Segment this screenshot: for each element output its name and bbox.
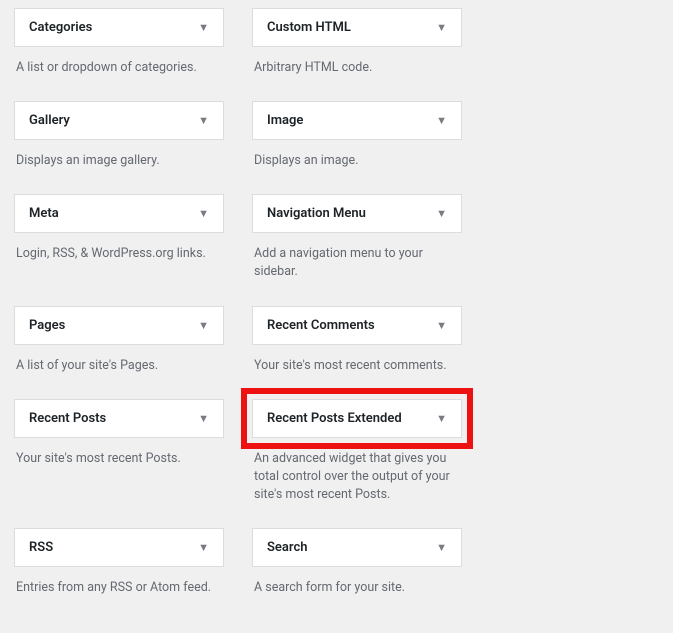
widget-recent-posts[interactable]: Recent Posts ▼ bbox=[14, 399, 224, 438]
chevron-down-icon: ▼ bbox=[436, 207, 447, 220]
widget-desc: An advanced widget that gives you total … bbox=[252, 438, 462, 504]
widget-search[interactable]: Search ▼ bbox=[252, 528, 462, 567]
chevron-down-icon: ▼ bbox=[436, 412, 447, 425]
chevron-down-icon: ▼ bbox=[436, 541, 447, 554]
chevron-down-icon: ▼ bbox=[198, 114, 209, 127]
available-widgets-grid: Categories ▼ A list or dropdown of categ… bbox=[14, 8, 474, 621]
widget-desc: Displays an image gallery. bbox=[14, 140, 224, 170]
widget-desc: Add a navigation menu to your sidebar. bbox=[252, 233, 462, 281]
widget-pages[interactable]: Pages ▼ bbox=[14, 306, 224, 345]
widget-recent-comments[interactable]: Recent Comments ▼ bbox=[252, 306, 462, 345]
widget-title: Custom HTML bbox=[267, 20, 351, 35]
widget-title: RSS bbox=[29, 540, 53, 555]
widget-gallery[interactable]: Gallery ▼ bbox=[14, 101, 224, 140]
widget-title: Categories bbox=[29, 20, 92, 35]
widget-title: Pages bbox=[29, 318, 65, 333]
widget-title: Recent Comments bbox=[267, 318, 375, 333]
widget-title: Navigation Menu bbox=[267, 206, 366, 221]
widget-title: Meta bbox=[29, 206, 59, 221]
widget-meta[interactable]: Meta ▼ bbox=[14, 194, 224, 233]
widget-desc: Displays an image. bbox=[252, 140, 462, 170]
chevron-down-icon: ▼ bbox=[436, 319, 447, 332]
widget-desc: Entries from any RSS or Atom feed. bbox=[14, 567, 224, 597]
widget-desc: Arbitrary HTML code. bbox=[252, 47, 462, 77]
widget-title: Recent Posts Extended bbox=[267, 411, 402, 426]
chevron-down-icon: ▼ bbox=[436, 21, 447, 34]
widget-custom-html[interactable]: Custom HTML ▼ bbox=[252, 8, 462, 47]
widget-navigation-menu[interactable]: Navigation Menu ▼ bbox=[252, 194, 462, 233]
widget-desc: A search form for your site. bbox=[252, 567, 462, 597]
widget-title: Search bbox=[267, 540, 308, 555]
chevron-down-icon: ▼ bbox=[198, 541, 209, 554]
chevron-down-icon: ▼ bbox=[198, 319, 209, 332]
widget-desc: Your site's most recent comments. bbox=[252, 345, 462, 375]
widget-categories[interactable]: Categories ▼ bbox=[14, 8, 224, 47]
widget-recent-posts-extended[interactable]: Recent Posts Extended ▼ bbox=[252, 399, 462, 438]
chevron-down-icon: ▼ bbox=[198, 412, 209, 425]
widget-image[interactable]: Image ▼ bbox=[252, 101, 462, 140]
widget-desc: Your site's most recent Posts. bbox=[14, 438, 224, 468]
widget-desc: A list or dropdown of categories. bbox=[14, 47, 224, 77]
widget-desc: A list of your site's Pages. bbox=[14, 345, 224, 375]
chevron-down-icon: ▼ bbox=[436, 114, 447, 127]
chevron-down-icon: ▼ bbox=[198, 207, 209, 220]
widget-rss[interactable]: RSS ▼ bbox=[14, 528, 224, 567]
chevron-down-icon: ▼ bbox=[198, 21, 209, 34]
widget-title: Gallery bbox=[29, 113, 70, 128]
widget-desc: Login, RSS, & WordPress.org links. bbox=[14, 233, 224, 263]
widget-title: Recent Posts bbox=[29, 411, 106, 426]
widget-title: Image bbox=[267, 113, 303, 128]
